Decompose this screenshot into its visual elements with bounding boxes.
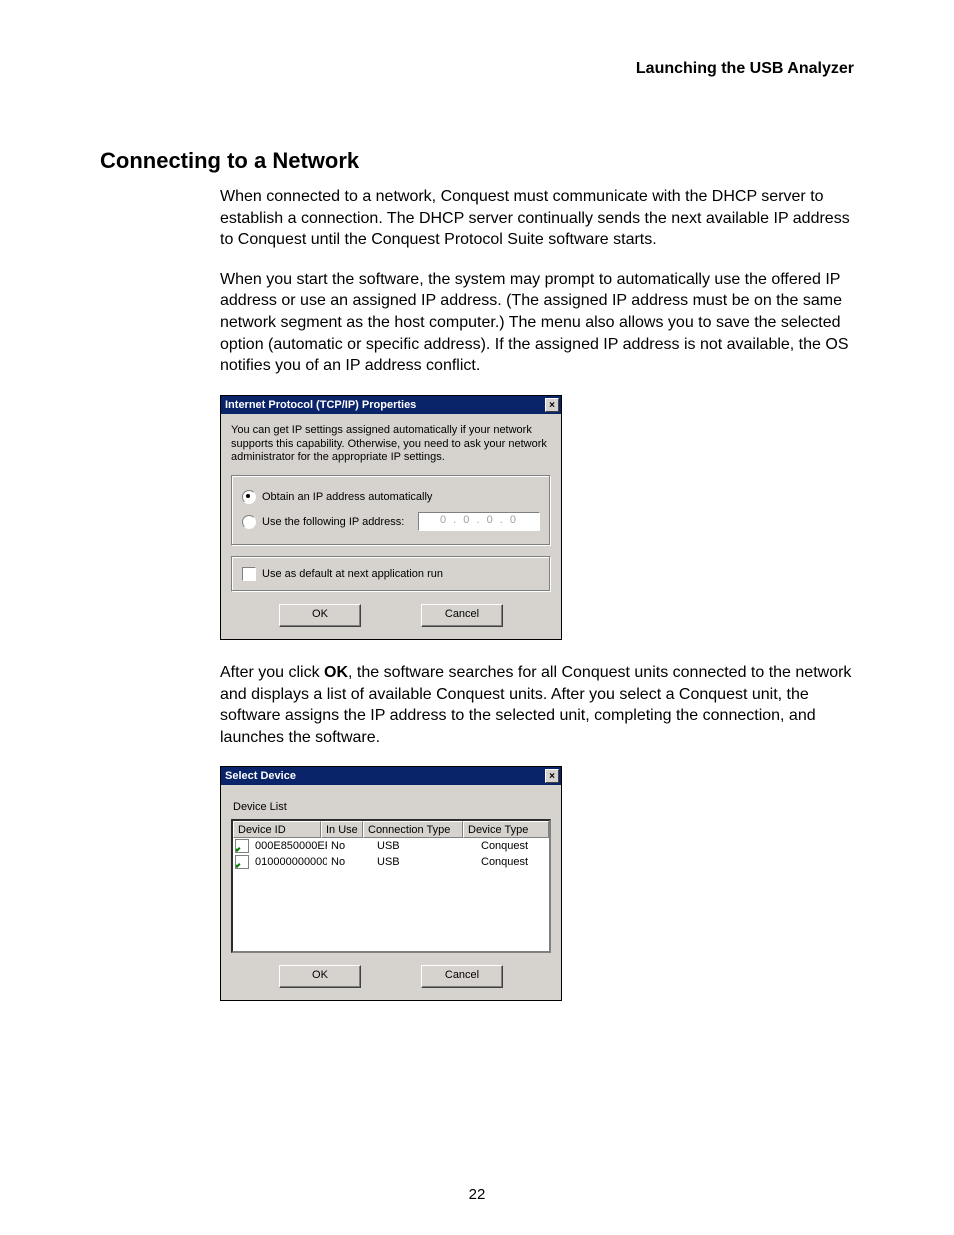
checkbox-save-default[interactable]: Use as default at next application run [242,567,540,581]
radio-icon [242,515,256,529]
tcpip-properties-dialog: Internet Protocol (TCP/IP) Properties × … [220,395,562,640]
radio-label: Obtain an IP address automatically [262,491,432,503]
device-list-label: Device List [233,801,551,813]
cell-device-type: Conquest [477,840,549,852]
dialog-title: Select Device [225,770,296,782]
cell-device-type: Conquest [477,856,549,868]
dialog-title: Internet Protocol (TCP/IP) Properties [225,399,416,411]
default-group: Use as default at next application run [231,556,551,592]
list-header: Device ID In Use Connection Type Device … [233,821,549,838]
cell-in-use: No [327,856,373,868]
close-icon[interactable]: × [545,398,559,412]
check-icon [235,839,249,853]
paragraph-1: When connected to a network, Conquest mu… [220,186,854,251]
ok-button[interactable]: OK [279,965,361,988]
page-number: 22 [0,1186,954,1203]
check-icon [235,855,249,869]
paragraph-2: When you start the software, the system … [220,269,854,377]
col-in-use[interactable]: In Use [321,821,363,838]
text-bold-ok: OK [324,664,348,681]
select-device-dialog: Select Device × Device List Device ID In… [220,766,562,1001]
list-item[interactable]: 000E850000EF No USB Conquest [233,838,549,854]
dialog-titlebar: Internet Protocol (TCP/IP) Properties × [221,396,561,414]
dialog-help-text: You can get IP settings assigned automat… [231,424,551,465]
list-item[interactable]: 010000000000 No USB Conquest [233,854,549,870]
device-list[interactable]: Device ID In Use Connection Type Device … [231,819,551,953]
running-header: Launching the USB Analyzer [100,60,854,78]
cell-in-use: No [327,840,373,852]
cell-conn-type: USB [373,840,477,852]
cell-device-id: 000E850000EF [251,840,327,852]
ip-mode-group: Obtain an IP address automatically Use t… [231,475,551,546]
section-title: Connecting to a Network [100,148,854,174]
paragraph-3: After you click OK, the software searche… [220,662,854,748]
ip-address-input[interactable]: 0 . 0 . 0 . 0 [418,512,540,531]
ok-button[interactable]: OK [279,604,361,627]
radio-use-following[interactable]: Use the following IP address: 0 . 0 . 0 … [242,508,540,535]
cell-conn-type: USB [373,856,477,868]
cancel-button[interactable]: Cancel [421,965,503,988]
cell-device-id: 010000000000 [251,856,327,868]
text-fragment: After you click [220,664,324,681]
col-conn-type[interactable]: Connection Type [363,821,463,838]
dialog-titlebar: Select Device × [221,767,561,785]
checkbox-label: Use as default at next application run [262,568,443,580]
col-device-id[interactable]: Device ID [233,821,321,838]
radio-label: Use the following IP address: [262,516,404,528]
cancel-button[interactable]: Cancel [421,604,503,627]
radio-icon [242,490,256,504]
checkbox-icon [242,567,256,581]
col-device-type[interactable]: Device Type [463,821,549,838]
radio-obtain-auto[interactable]: Obtain an IP address automatically [242,486,540,508]
close-icon[interactable]: × [545,769,559,783]
